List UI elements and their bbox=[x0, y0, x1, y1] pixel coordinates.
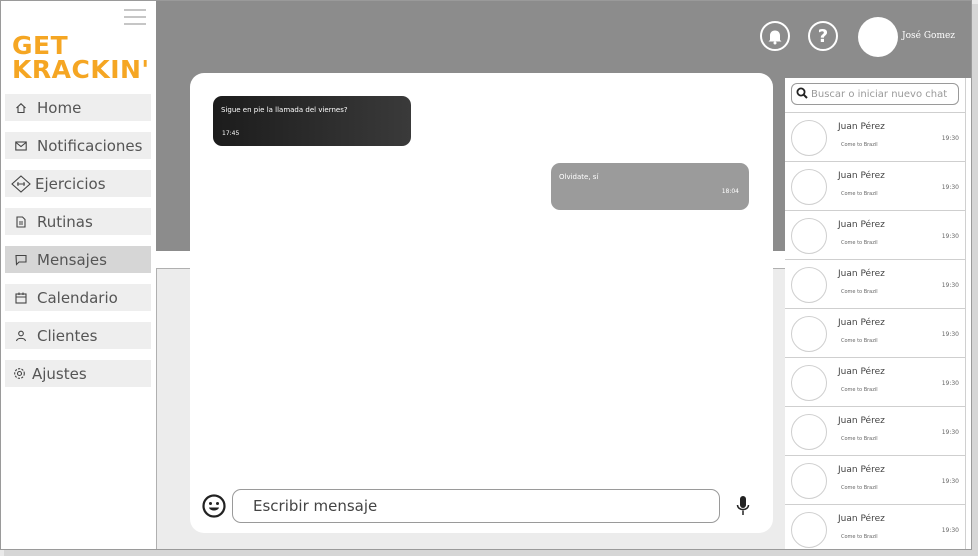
message-preview: Come to Brazil bbox=[841, 289, 878, 295]
chat-list-item[interactable]: Juan Pérez Come to Brazil 19:30 bbox=[785, 161, 965, 210]
logo-line-2: KRACKIN' bbox=[12, 55, 150, 84]
bell-icon[interactable] bbox=[760, 21, 790, 51]
message-time: 18:04 bbox=[721, 188, 739, 195]
microphone-icon[interactable] bbox=[736, 495, 750, 517]
chat-list-item[interactable]: Juan Pérez Come to Brazil 19:30 bbox=[785, 357, 965, 406]
message-time: 17:45 bbox=[222, 130, 240, 137]
message-incoming: Sigue en pie la llamada del viernes? 17:… bbox=[213, 96, 411, 146]
message-time: 19:30 bbox=[941, 478, 959, 485]
sidebar-item-clientes[interactable]: Clientes bbox=[5, 322, 151, 349]
message-time: 19:30 bbox=[941, 380, 959, 387]
sidebar-item-label: Calendario bbox=[37, 288, 118, 307]
avatar bbox=[791, 267, 827, 303]
chat-icon bbox=[14, 253, 28, 267]
message-preview: Come to Brazil bbox=[841, 387, 878, 393]
message-text: Olvidate, sí bbox=[559, 173, 599, 181]
document-icon bbox=[14, 215, 28, 229]
message-preview: Come to Brazil bbox=[841, 240, 878, 246]
contact-name: Juan Pérez bbox=[838, 220, 885, 230]
sidebar-item-calendario[interactable]: Calendario bbox=[5, 284, 151, 311]
avatar bbox=[791, 316, 827, 352]
contact-name: Juan Pérez bbox=[838, 269, 885, 279]
contact-name: Juan Pérez bbox=[838, 122, 885, 132]
contact-name: Juan Pérez bbox=[838, 416, 885, 426]
scrollbar[interactable] bbox=[965, 78, 971, 549]
home-icon bbox=[14, 101, 28, 115]
avatar bbox=[791, 414, 827, 450]
message-preview: Come to Brazil bbox=[841, 436, 878, 442]
sidebar-item-label: Ajustes bbox=[32, 364, 87, 383]
sidebar-item-label: Mensajes bbox=[37, 250, 107, 269]
avatar bbox=[791, 218, 827, 254]
user-name[interactable]: José Gomez bbox=[902, 31, 955, 41]
sidebar-item-home[interactable]: Home bbox=[5, 94, 151, 121]
message-preview: Come to Brazil bbox=[841, 338, 878, 344]
chat-panel: Sigue en pie la llamada del viernes? 17:… bbox=[190, 73, 773, 533]
message-preview: Come to Brazil bbox=[841, 485, 878, 491]
app-window: GET KRACKIN' Home Notificaciones Ejercic… bbox=[0, 0, 972, 550]
avatar bbox=[791, 120, 827, 156]
message-preview: Come to Brazil bbox=[841, 191, 878, 197]
message-time: 19:30 bbox=[941, 233, 959, 240]
search-input[interactable]: Buscar o iniciar nuevo chat bbox=[791, 83, 959, 105]
chat-list-item[interactable]: Juan Pérez Come to Brazil 19:30 bbox=[785, 455, 965, 504]
gear-icon bbox=[12, 367, 26, 381]
contact-name: Juan Pérez bbox=[838, 171, 885, 181]
sidebar: GET KRACKIN' Home Notificaciones Ejercic… bbox=[1, 1, 156, 549]
contact-name: Juan Pérez bbox=[838, 514, 885, 524]
sidebar-item-rutinas[interactable]: Rutinas bbox=[5, 208, 151, 235]
chat-list-item[interactable]: Juan Pérez Come to Brazil 19:30 bbox=[785, 112, 965, 161]
exercise-icon bbox=[11, 174, 31, 193]
calendar-icon bbox=[14, 291, 28, 305]
logo: GET KRACKIN' bbox=[12, 33, 150, 84]
sidebar-item-label: Clientes bbox=[37, 326, 98, 345]
emoji-icon[interactable] bbox=[202, 494, 226, 518]
avatar bbox=[791, 365, 827, 401]
search-placeholder: Buscar o iniciar nuevo chat bbox=[811, 88, 948, 100]
chat-list-item[interactable]: Juan Pérez Come to Brazil 19:30 bbox=[785, 504, 965, 549]
avatar bbox=[791, 463, 827, 499]
message-input-placeholder: Escribir mensaje bbox=[253, 497, 378, 515]
hamburger-menu-icon[interactable] bbox=[124, 9, 146, 25]
avatar[interactable] bbox=[858, 17, 898, 57]
sidebar-item-mensajes[interactable]: Mensajes bbox=[5, 246, 151, 273]
avatar bbox=[791, 512, 827, 548]
sidebar-item-label: Rutinas bbox=[37, 212, 93, 231]
chat-list-item[interactable]: Juan Pérez Come to Brazil 19:30 bbox=[785, 406, 965, 455]
help-icon[interactable]: ? bbox=[808, 21, 838, 51]
chat-list-item[interactable]: Juan Pérez Come to Brazil 19:30 bbox=[785, 259, 965, 308]
sidebar-item-label: Notificaciones bbox=[37, 136, 143, 155]
message-text: Sigue en pie la llamada del viernes? bbox=[221, 106, 348, 114]
sidebar-item-ajustes[interactable]: Ajustes bbox=[5, 360, 151, 387]
message-time: 19:30 bbox=[941, 184, 959, 191]
message-preview: Come to Brazil bbox=[841, 142, 878, 148]
sidebar-item-notificaciones[interactable]: Notificaciones bbox=[5, 132, 151, 159]
avatar bbox=[791, 169, 827, 205]
help-glyph: ? bbox=[817, 25, 829, 47]
contact-name: Juan Pérez bbox=[838, 367, 885, 377]
message-time: 19:30 bbox=[941, 429, 959, 436]
sidebar-item-label: Ejercicios bbox=[35, 174, 106, 193]
sidebar-item-label: Home bbox=[37, 98, 82, 117]
search-icon bbox=[796, 87, 808, 102]
chat-list-item[interactable]: Juan Pérez Come to Brazil 19:30 bbox=[785, 210, 965, 259]
message-outgoing: Olvidate, sí 18:04 bbox=[551, 163, 749, 210]
message-preview: Come to Brazil bbox=[841, 534, 878, 540]
message-time: 19:30 bbox=[941, 331, 959, 338]
message-input[interactable]: Escribir mensaje bbox=[232, 489, 720, 523]
contact-name: Juan Pérez bbox=[838, 465, 885, 475]
sidebar-item-ejercicios[interactable]: Ejercicios bbox=[5, 170, 151, 197]
chat-list: Buscar o iniciar nuevo chat Juan Pérez C… bbox=[785, 78, 965, 549]
chat-list-item[interactable]: Juan Pérez Come to Brazil 19:30 bbox=[785, 308, 965, 357]
contact-name: Juan Pérez bbox=[838, 318, 885, 328]
message-time: 19:30 bbox=[941, 282, 959, 289]
message-time: 19:30 bbox=[941, 135, 959, 142]
message-time: 19:30 bbox=[941, 527, 959, 534]
mail-icon bbox=[14, 139, 28, 153]
user-icon bbox=[14, 329, 28, 343]
